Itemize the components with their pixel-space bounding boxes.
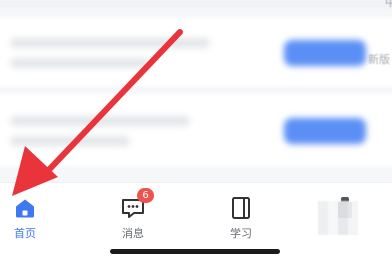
message-icon: 6 (119, 188, 154, 221)
main-content-blurred: 中 新版 (0, 0, 392, 182)
edge-text-new-version: 新版 (368, 53, 390, 66)
content-card-1[interactable] (0, 18, 392, 86)
card-2-subline (10, 136, 130, 146)
card-1-subline (10, 58, 150, 68)
tab-home[interactable]: 首页 (0, 195, 60, 241)
tab-study-label: 学习 (230, 227, 252, 240)
card-2-line (10, 116, 190, 126)
notebook-icon (227, 195, 255, 221)
pixelated-profile-area (318, 201, 358, 235)
home-indicator-bar[interactable] (110, 249, 280, 254)
message-unread-badge: 6 (137, 188, 154, 203)
content-card-2[interactable] (0, 94, 392, 166)
tab-profile[interactable] (310, 195, 380, 235)
tab-messages-label: 消息 (122, 227, 144, 240)
card-1-action-button[interactable] (284, 40, 366, 66)
tab-home-label: 首页 (14, 227, 36, 240)
home-icon (11, 195, 39, 221)
edge-text-top: 中 (385, 0, 392, 9)
tab-study[interactable]: 学习 (206, 195, 276, 241)
tab-messages[interactable]: 6 消息 (98, 188, 168, 241)
card-1-line (10, 38, 210, 48)
card-2-action-button[interactable] (284, 118, 366, 144)
content-card-top (0, 0, 392, 8)
